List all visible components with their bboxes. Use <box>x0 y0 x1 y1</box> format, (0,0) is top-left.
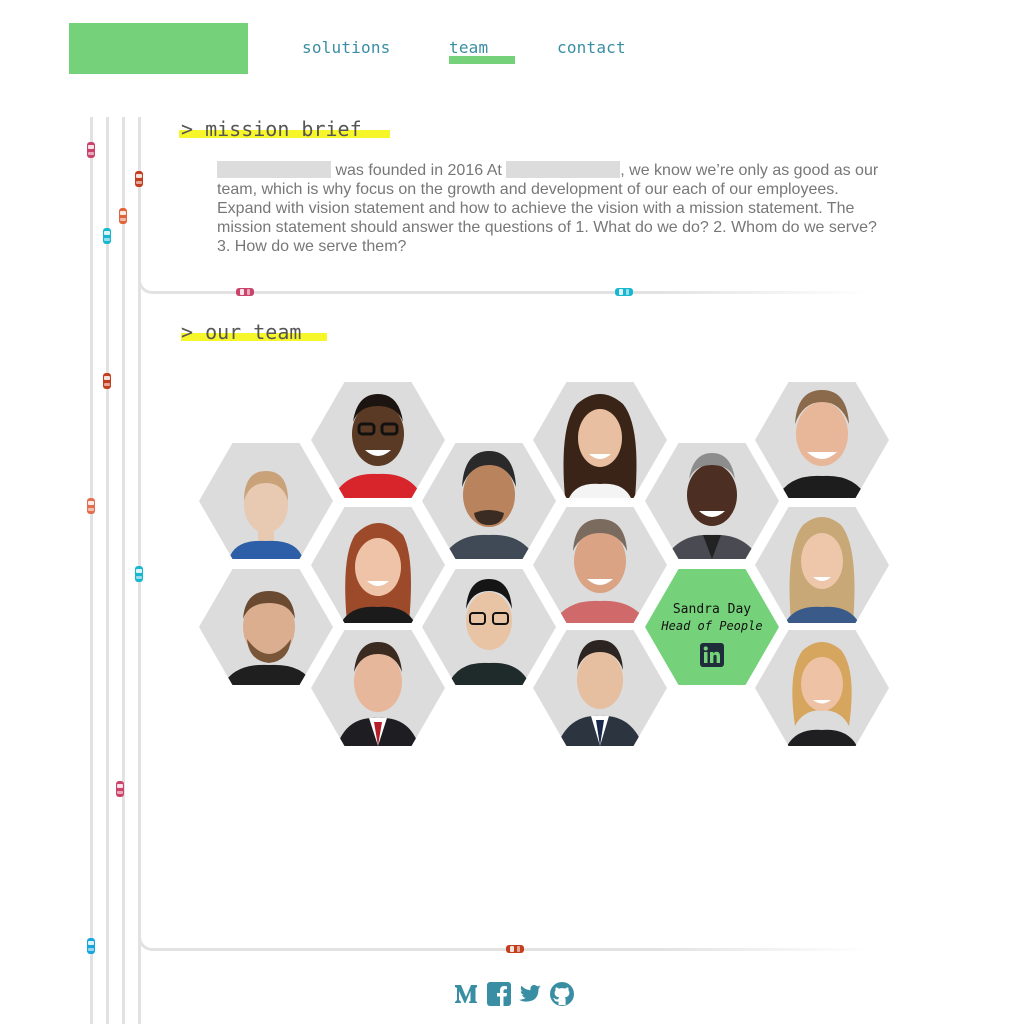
car-icon <box>87 142 95 158</box>
team-member-photo[interactable] <box>422 443 556 559</box>
car-icon <box>103 373 111 389</box>
car-icon <box>506 945 524 953</box>
person-avatar <box>777 390 867 498</box>
redacted-company-name <box>217 161 331 178</box>
car-icon <box>135 566 143 582</box>
team-member-photo[interactable] <box>199 443 333 559</box>
facebook-icon[interactable] <box>486 981 512 1007</box>
person-avatar <box>553 519 647 623</box>
car-icon <box>615 288 633 296</box>
road-lane <box>90 117 93 1024</box>
team-member-photo[interactable] <box>755 630 889 746</box>
car-icon <box>135 171 143 187</box>
person-avatar <box>442 451 536 559</box>
person-avatar <box>337 642 419 746</box>
featured-team-member[interactable]: Sandra Day Head of People <box>645 569 779 685</box>
person-avatar <box>448 579 530 685</box>
medium-icon[interactable] <box>453 981 479 1007</box>
person-avatar <box>665 453 759 559</box>
person-avatar <box>223 591 313 685</box>
road-lane <box>106 117 109 1024</box>
member-role: Head of People <box>661 619 763 633</box>
redacted-company-name <box>506 161 621 178</box>
social-links <box>453 981 577 1007</box>
person-avatar <box>229 471 303 559</box>
mission-text: was founded in 2016 At , we know we’re o… <box>217 161 885 256</box>
team-member-photo[interactable] <box>311 507 445 623</box>
person-avatar <box>341 523 415 623</box>
twitter-icon[interactable] <box>517 981 543 1007</box>
team-member-photo[interactable] <box>645 443 779 559</box>
nav-active-indicator <box>449 56 515 64</box>
github-icon[interactable] <box>549 981 575 1007</box>
member-name: Sandra Day <box>672 602 752 617</box>
mission-heading: > mission brief <box>181 117 362 141</box>
nav-contact[interactable]: contact <box>557 38 626 57</box>
car-icon <box>236 288 254 296</box>
person-avatar <box>563 394 637 498</box>
road-branch <box>152 291 872 294</box>
team-member-photo[interactable] <box>755 507 889 623</box>
car-icon <box>116 781 124 797</box>
team-member-photo[interactable] <box>533 507 667 623</box>
car-icon <box>87 938 95 954</box>
team-member-photo[interactable] <box>199 569 333 685</box>
person-avatar <box>787 642 857 746</box>
team-member-photo[interactable] <box>422 569 556 685</box>
team-heading: > our team <box>181 320 302 344</box>
person-avatar <box>557 640 643 746</box>
team-member-photo[interactable] <box>533 630 667 746</box>
car-icon <box>87 498 95 514</box>
person-avatar <box>333 394 423 498</box>
mission-text-part1: was founded in 2016 At <box>335 162 502 179</box>
nav-team[interactable]: team <box>449 38 488 57</box>
logo[interactable] <box>69 23 248 74</box>
team-member-photo[interactable] <box>755 382 889 498</box>
team-member-photo[interactable] <box>311 630 445 746</box>
linkedin-icon[interactable] <box>700 643 724 667</box>
team-member-photo[interactable] <box>533 382 667 498</box>
person-avatar <box>785 517 859 623</box>
team-member-photo[interactable] <box>311 382 445 498</box>
car-icon <box>119 208 127 224</box>
nav-solutions[interactable]: solutions <box>302 38 391 57</box>
car-icon <box>103 228 111 244</box>
road-lane <box>122 117 125 1024</box>
